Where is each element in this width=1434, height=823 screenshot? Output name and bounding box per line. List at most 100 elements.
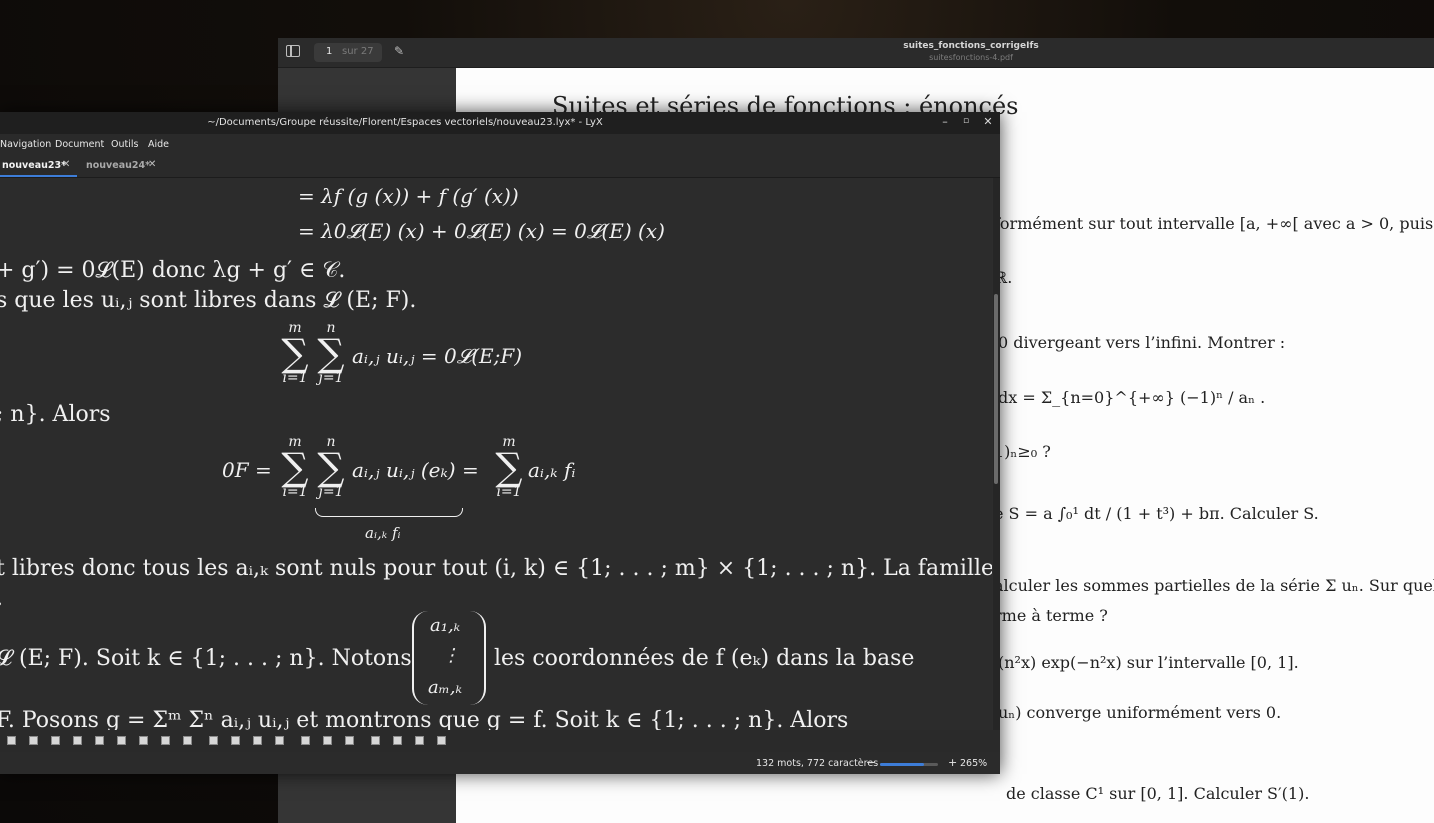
equation-term: aᵢ,ₖ fᵢ bbox=[528, 458, 576, 482]
equation-line: = λf (g (x)) + f (g′ (x)) bbox=[298, 184, 519, 208]
zoom-out-button[interactable]: − bbox=[866, 756, 875, 769]
sum-symbol: n ∑ j=1 bbox=[313, 320, 349, 386]
maximize-icon[interactable]: ▫ bbox=[959, 116, 973, 126]
pdf-text-line: (n²x) exp(−n²x) sur l’intervalle [0, 1]. bbox=[998, 653, 1299, 672]
pdf-text-line: dx = Σ_{n=0}^{+∞} (−1)ⁿ / aₙ . bbox=[998, 388, 1266, 407]
tab-nouveau23[interactable]: nouveau23* ✕ bbox=[0, 155, 77, 177]
page-number-field[interactable]: 1 sur 27 bbox=[314, 43, 382, 62]
sigma-glyph: ∑ bbox=[495, 445, 523, 489]
sum-symbol: m ∑ i=1 bbox=[278, 434, 312, 500]
zoom-slider-fill bbox=[880, 763, 924, 766]
zoom-in-button[interactable]: + bbox=[948, 756, 957, 769]
active-tab-indicator bbox=[0, 175, 77, 177]
tab-nouveau24[interactable]: nouveau24* ✕ bbox=[86, 155, 161, 177]
minimize-icon[interactable]: – bbox=[938, 115, 952, 128]
toolbar-icon[interactable] bbox=[345, 736, 354, 745]
sum-lower: i=1 bbox=[282, 484, 308, 500]
toolbar-icon[interactable] bbox=[371, 736, 380, 745]
toolbar-icon[interactable] bbox=[73, 736, 82, 745]
text-line: F. Posons g = Σᵐ Σⁿ aᵢ,ⱼ uᵢ,ⱼ et montron… bbox=[0, 708, 849, 730]
sigma-glyph: ∑ bbox=[281, 445, 309, 489]
pdf-text-line: 1)ₙ≥₀ ? bbox=[994, 442, 1051, 461]
pdf-header-bar: 1 sur 27 ✎ suites_fonctions_corrigeIfs s… bbox=[278, 38, 1434, 68]
sum-symbol: m ∑ i=1 bbox=[278, 320, 312, 386]
coordinate-column-vector: a₁,ₖ ⋮ aₘ,ₖ bbox=[412, 611, 486, 705]
toolbar-icon[interactable] bbox=[393, 736, 402, 745]
pdf-text-line: de classe C¹ sur [0, 1]. Calculer S′(1). bbox=[1006, 784, 1310, 803]
text-line: t libres donc tous les aᵢ,ₖ sont nuls po… bbox=[0, 556, 992, 581]
toolbar-icon[interactable] bbox=[209, 736, 218, 745]
pdf-text-line: e S = a ∫₀¹ dt / (1 + t³) + bπ. Calculer… bbox=[994, 504, 1319, 523]
sum-symbol: n ∑ j=1 bbox=[313, 434, 349, 500]
toolbar-icon[interactable] bbox=[323, 736, 332, 745]
text-line: 𝓛 (E; F). Soit k ∈ {1; . . . ; n}. Noton… bbox=[0, 646, 412, 671]
toolbar-icon[interactable] bbox=[29, 736, 38, 745]
sigma-glyph: ∑ bbox=[317, 445, 345, 489]
pdf-document-title: suites_fonctions_corrigeIfs bbox=[903, 41, 1039, 51]
vertical-scrollbar[interactable] bbox=[993, 178, 1000, 730]
toolbar-icon[interactable] bbox=[117, 736, 126, 745]
sigma-glyph: ∑ bbox=[281, 331, 309, 375]
equation-term: aᵢ,ⱼ uᵢ,ⱼ (eₖ) = bbox=[352, 458, 479, 482]
text-line: + g′) = 0𝓛(E) donc λg + g′ ∈ 𝒞. bbox=[0, 258, 346, 283]
close-icon[interactable]: ✕ bbox=[981, 115, 995, 128]
toolbar-icon[interactable] bbox=[415, 736, 424, 745]
toolbar-icon[interactable] bbox=[139, 736, 148, 745]
zoom-level: 265% bbox=[960, 758, 988, 769]
pdf-filename: suitesfonctions-4.pdf bbox=[929, 53, 1013, 62]
zoom-slider[interactable] bbox=[880, 763, 938, 766]
page-current[interactable]: 1 bbox=[326, 46, 332, 57]
toolbar-icon[interactable] bbox=[301, 736, 310, 745]
pdf-text-line: formément sur tout intervalle [a, +∞[ av… bbox=[994, 214, 1434, 233]
underbrace bbox=[315, 508, 463, 517]
window-title: ~/Documents/Groupe réussite/Florent/Espa… bbox=[207, 117, 603, 128]
equation-term: 0F = bbox=[222, 458, 272, 482]
tab-bar: nouveau23* ✕ nouveau24* ✕ bbox=[0, 155, 1000, 178]
tab-label: nouveau24* bbox=[86, 160, 151, 171]
toolbar-icon[interactable] bbox=[161, 736, 170, 745]
equation-line: = λ0𝓛(E) (x) + 0𝓛(E) (x) = 0𝓛(E) (x) bbox=[298, 219, 665, 243]
pdf-text-line: 0 divergeant vers l’infini. Montrer : bbox=[998, 333, 1286, 352]
matrix-entry: ⋮ bbox=[442, 645, 460, 666]
menu-document[interactable]: Document bbox=[55, 139, 104, 150]
lyx-window: ~/Documents/Groupe réussite/Florent/Espa… bbox=[0, 112, 1000, 774]
toolbar-icon[interactable] bbox=[231, 736, 240, 745]
document-editor[interactable]: = λf (g (x)) + f (g′ (x)) = λ0𝓛(E) (x) +… bbox=[0, 178, 992, 730]
text-line: s que les uᵢ,ⱼ sont libres dans 𝓛 (E; F)… bbox=[0, 288, 417, 313]
menubar: Navigation Document Outils Aide bbox=[0, 134, 1000, 155]
toolbar-icon[interactable] bbox=[437, 736, 446, 745]
toolbar-icon[interactable] bbox=[7, 736, 16, 745]
menu-navigation[interactable]: Navigation bbox=[0, 139, 51, 150]
toolbar-icon[interactable] bbox=[183, 736, 192, 745]
text-line: . bbox=[0, 586, 3, 611]
text-line: ; n}. Alors bbox=[0, 402, 111, 427]
toolbar-icon[interactable] bbox=[51, 736, 60, 745]
word-count: 132 mots, 772 caractères bbox=[756, 758, 879, 769]
scrollbar-thumb[interactable] bbox=[994, 294, 998, 484]
menu-outils[interactable]: Outils bbox=[111, 139, 138, 150]
tab-label: nouveau23* bbox=[2, 160, 67, 171]
text-line: les coordonnées de f (eₖ) dans la base bbox=[494, 646, 915, 671]
math-toolbar bbox=[0, 730, 1000, 752]
underbrace-label: aᵢ,ₖ fᵢ bbox=[365, 524, 401, 542]
matrix-entry: aₘ,ₖ bbox=[428, 677, 463, 698]
page-total: sur 27 bbox=[342, 46, 374, 57]
lyx-titlebar: ~/Documents/Groupe réussite/Florent/Espa… bbox=[0, 112, 1000, 134]
sidebar-toggle-icon[interactable] bbox=[286, 45, 300, 57]
pdf-text-line: rme à terme ? bbox=[994, 606, 1108, 625]
tab-close-icon[interactable]: ✕ bbox=[62, 159, 70, 170]
status-bar: 132 mots, 772 caractères − + 265% bbox=[0, 752, 1000, 774]
annotate-pen-icon[interactable]: ✎ bbox=[394, 44, 404, 58]
sum-symbol: m ∑ i=1 bbox=[492, 434, 526, 500]
toolbar-icon[interactable] bbox=[253, 736, 262, 745]
toolbar-icon[interactable] bbox=[95, 736, 104, 745]
toolbar-icon[interactable] bbox=[275, 736, 284, 745]
tab-close-icon[interactable]: ✕ bbox=[148, 159, 156, 170]
sum-lower: i=1 bbox=[496, 484, 522, 500]
pdf-text-line: uₙ) converge uniformément vers 0. bbox=[998, 703, 1282, 722]
equation-term: aᵢ,ⱼ uᵢ,ⱼ = 0𝓛(E;F) bbox=[352, 344, 523, 368]
sigma-glyph: ∑ bbox=[317, 331, 345, 375]
sum-lower: i=1 bbox=[282, 370, 308, 386]
menu-aide[interactable]: Aide bbox=[148, 139, 169, 150]
pdf-text-line: alculer les sommes partielles de la séri… bbox=[994, 576, 1434, 595]
